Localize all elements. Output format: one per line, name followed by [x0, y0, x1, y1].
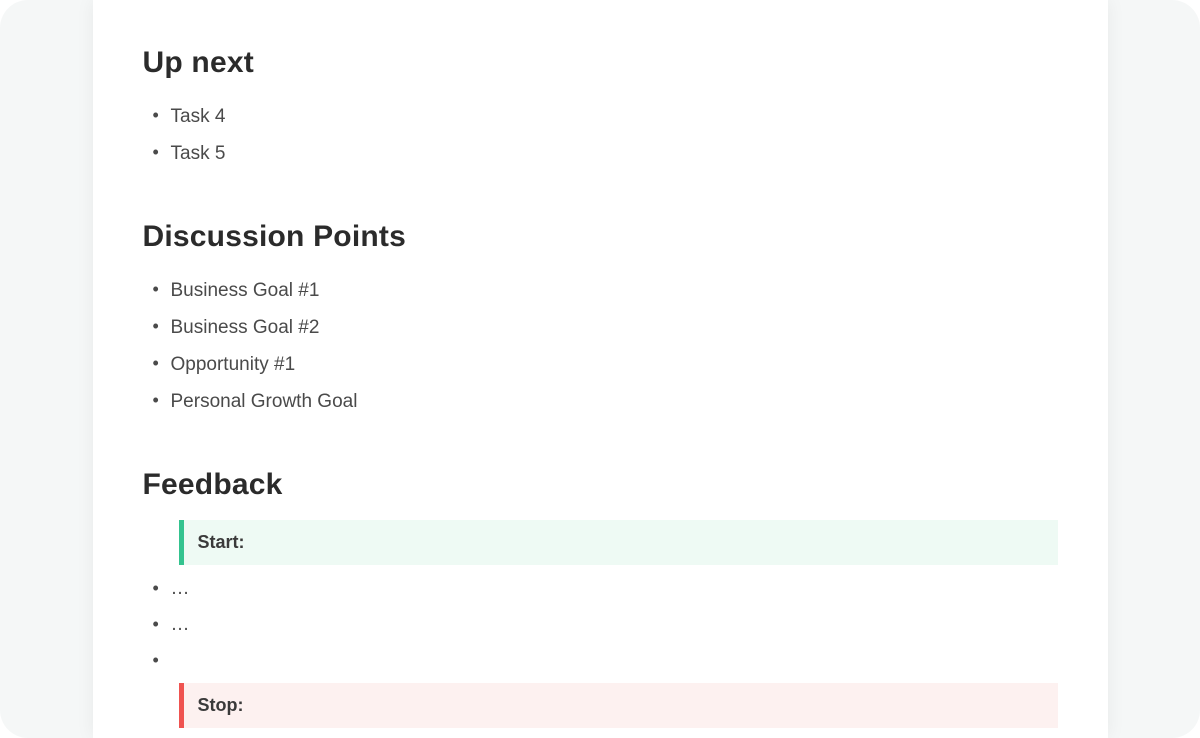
- document-page: Up next Task 4 Task 5 Discussion Points …: [93, 0, 1108, 738]
- feedback-start-callout: Start:: [179, 520, 1058, 565]
- up-next-list: Task 4 Task 5: [143, 98, 1058, 172]
- discussion-points-heading: Discussion Points: [143, 220, 1058, 254]
- feedback-stop-callout: Stop:: [179, 683, 1058, 728]
- feedback-section: Start: … … Stop:: [143, 520, 1058, 728]
- feedback-start-list: … …: [143, 571, 1058, 673]
- feedback-heading: Feedback: [143, 468, 1058, 502]
- discussion-points-list: Business Goal #1 Business Goal #2 Opport…: [143, 272, 1058, 420]
- list-item: Business Goal #2: [171, 309, 1058, 346]
- list-item: …: [171, 607, 1058, 643]
- up-next-heading: Up next: [143, 46, 1058, 80]
- list-item: Task 4: [171, 98, 1058, 135]
- list-item: …: [171, 571, 1058, 607]
- list-item: Business Goal #1: [171, 272, 1058, 309]
- list-item: Personal Growth Goal: [171, 383, 1058, 420]
- list-item: [171, 643, 1058, 673]
- list-item: Opportunity #1: [171, 346, 1058, 383]
- list-item: Task 5: [171, 135, 1058, 172]
